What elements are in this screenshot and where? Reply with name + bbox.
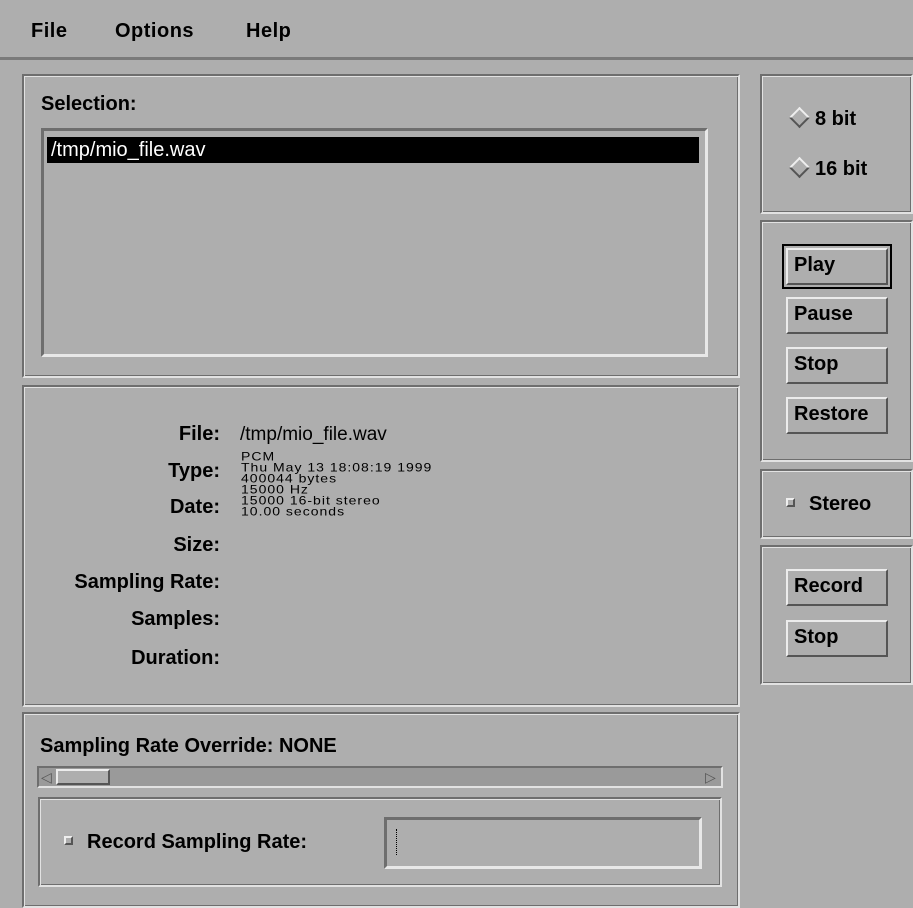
text-cursor: [396, 829, 399, 855]
record-rate-checkbox[interactable]: [64, 836, 73, 846]
info-sampling-rate-label: Sampling Rate:: [74, 571, 220, 593]
info-samples-label: Samples:: [131, 608, 220, 630]
info-type-label: Type:: [168, 460, 220, 482]
play-button[interactable]: Play: [786, 248, 888, 285]
restore-button[interactable]: Restore: [786, 397, 888, 434]
scroll-right-arrow-icon[interactable]: ▷: [705, 769, 716, 785]
radio-diamond-icon: [788, 107, 811, 129]
stereo-toggle[interactable]: Stereo: [786, 493, 871, 516]
radio-16-bit[interactable]: 16 bit: [788, 157, 868, 181]
override-label: Sampling Rate Override: NONE: [40, 735, 337, 757]
stereo-checkbox[interactable]: [786, 498, 795, 508]
record-button[interactable]: Record: [786, 569, 888, 606]
info-garbled-values: PCM Thu May 13 18:08:19 1999 400044 byte…: [241, 452, 561, 516]
scroll-left-arrow-icon[interactable]: ◁: [41, 769, 52, 785]
stereo-label: Stereo: [809, 493, 872, 515]
radio-16-bit-label: 16 bit: [815, 158, 868, 180]
radio-8-bit-label: 8 bit: [815, 108, 857, 130]
info-date-label: Date:: [169, 496, 220, 518]
slider-thumb[interactable]: [56, 769, 110, 785]
bits-frame: [760, 74, 913, 214]
garbled-line: 10.00 seconds: [241, 504, 346, 516]
record-rate-toggle[interactable]: Record Sampling Rate:: [64, 831, 307, 854]
list-item-selected[interactable]: /tmp/mio_file.wav: [47, 137, 699, 163]
radio-diamond-icon: [788, 157, 811, 179]
recording-frame: [760, 545, 913, 685]
record-rate-label: Record Sampling Rate:: [87, 831, 308, 853]
stop-recording-button[interactable]: Stop: [786, 620, 888, 657]
info-file-label: File:: [178, 423, 220, 445]
info-duration-label: Duration:: [131, 647, 220, 669]
menu-options[interactable]: Options: [115, 20, 194, 43]
info-file-value: /tmp/mio_file.wav: [240, 424, 387, 445]
menu-help[interactable]: Help: [246, 20, 291, 43]
radio-8-bit[interactable]: 8 bit: [788, 107, 857, 131]
selection-label: Selection:: [41, 93, 137, 115]
pause-button[interactable]: Pause: [786, 297, 888, 334]
record-rate-input[interactable]: [384, 817, 702, 869]
sampling-rate-slider[interactable]: [37, 766, 723, 788]
menu-file[interactable]: File: [31, 20, 67, 43]
stop-playback-button[interactable]: Stop: [786, 347, 888, 384]
info-size-label: Size:: [173, 534, 220, 556]
